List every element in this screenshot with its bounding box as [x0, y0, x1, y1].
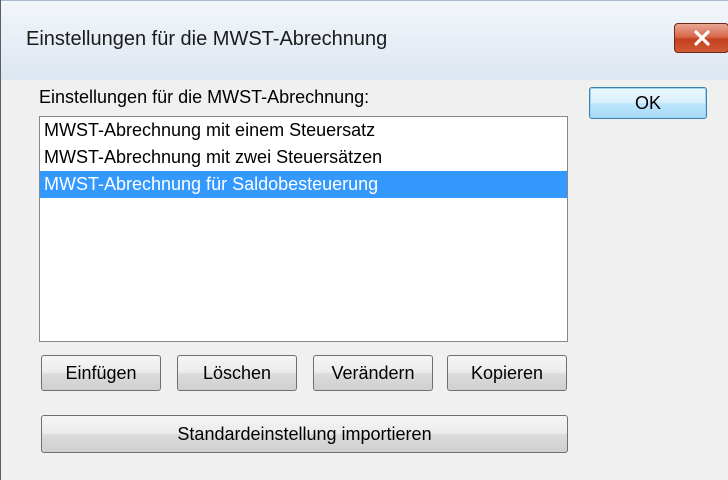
- edit-button[interactable]: Verändern: [313, 355, 433, 391]
- import-defaults-button[interactable]: Standardeinstellung importieren: [41, 415, 568, 453]
- settings-list-label: Einstellungen für die MWST-Abrechnung:: [39, 87, 370, 107]
- delete-button[interactable]: Löschen: [177, 355, 297, 391]
- list-item[interactable]: MWST-Abrechnung mit einem Steuersatz: [40, 117, 567, 144]
- window-title: Einstellungen für die MWST-Abrechnung: [26, 28, 388, 50]
- list-item[interactable]: MWST-Abrechnung mit zwei Steuersätzen: [40, 144, 567, 171]
- close-button[interactable]: [674, 23, 728, 53]
- ok-button[interactable]: OK: [589, 87, 707, 119]
- close-icon: [694, 30, 710, 46]
- settings-dialog: Einstellungen für die MWST-Abrechnung Ei…: [0, 0, 728, 480]
- settings-listbox[interactable]: MWST-Abrechnung mit einem Steuersatz MWS…: [39, 116, 568, 342]
- insert-button[interactable]: Einfügen: [41, 355, 161, 391]
- title-bar: Einstellungen für die MWST-Abrechnung: [1, 0, 728, 80]
- copy-button[interactable]: Kopieren: [447, 355, 567, 391]
- list-item-selected[interactable]: MWST-Abrechnung für Saldobesteuerung: [40, 171, 567, 198]
